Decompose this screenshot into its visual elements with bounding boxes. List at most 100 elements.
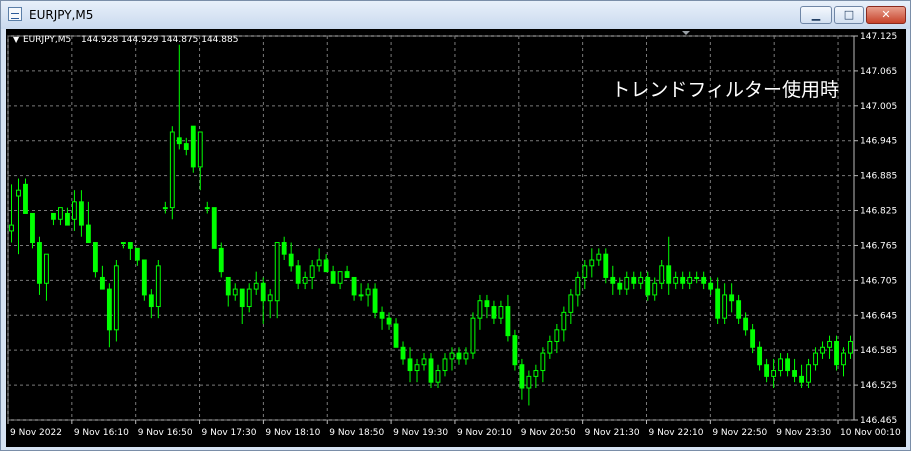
candle-body-bull [71, 201, 77, 220]
candle-body-bull [533, 370, 539, 377]
candle [834, 335, 839, 371]
price-tick-label: 146.705 [860, 276, 897, 286]
candle [680, 271, 686, 290]
candle-body-bear [176, 137, 182, 145]
candle [260, 277, 266, 324]
candle-body-bull [365, 288, 371, 296]
candle-body-bull [44, 253, 49, 284]
candle-body-bear [491, 306, 497, 319]
candle [190, 125, 196, 173]
candle [435, 364, 441, 388]
candle [428, 353, 434, 388]
title-bar[interactable]: EURJPY,M5 ▁ □ ✕ [1, 1, 910, 29]
candle-body-bear [715, 288, 721, 319]
candle-body-bull [197, 131, 203, 168]
candle-body-bull [113, 265, 119, 331]
candle [30, 212, 35, 249]
chart-window-icon [8, 7, 22, 21]
candle-body-bull [673, 276, 679, 284]
candle-body-bear [351, 276, 357, 296]
candle-body-bear [645, 276, 651, 296]
time-tick-label: 9 Nov 16:10 [74, 428, 129, 438]
candle [652, 277, 658, 301]
candle [715, 277, 721, 324]
candle [561, 306, 567, 342]
candle [540, 347, 546, 383]
time-tick-label: 9 Nov 18:50 [329, 428, 384, 438]
close-button[interactable]: ✕ [866, 6, 906, 24]
candle [743, 312, 749, 336]
candle [813, 347, 818, 371]
minimize-button[interactable]: ▁ [800, 6, 832, 24]
time-tick-label: 9 Nov 23:30 [776, 428, 831, 438]
time-tick-label: 10 Nov 00:10 [840, 428, 901, 438]
candle [841, 347, 846, 377]
candle [694, 271, 700, 284]
candle-body-bear [785, 358, 791, 372]
collapse-arrow-icon[interactable]: ▼ [13, 35, 20, 44]
candle [204, 201, 210, 214]
chart-area[interactable]: 147.125 147.065 147.005 146.945 146.885 146.8… [6, 29, 906, 447]
candle [302, 271, 308, 290]
candle-body-bull [120, 242, 126, 245]
candle [533, 364, 539, 388]
candle-body-bear [260, 282, 266, 302]
time-tick-label: 9 Nov 20:50 [521, 428, 576, 438]
candle-body-bear [190, 125, 196, 168]
candle-body-bull [694, 276, 700, 279]
candle-body-bear [729, 294, 735, 302]
candle [78, 190, 84, 237]
candle-body-bull [162, 207, 168, 210]
candle-body-bull [435, 370, 441, 383]
candle-body-bear [792, 370, 797, 377]
candle [624, 271, 630, 295]
candle [16, 178, 21, 255]
candle [806, 358, 811, 388]
candle-body-bull [58, 207, 63, 220]
candle-body-bull [806, 364, 811, 383]
chart-shift-icon[interactable] [682, 31, 690, 35]
candle [547, 335, 553, 359]
candle-body-bull [582, 265, 588, 278]
price-tick-label: 146.585 [860, 346, 897, 356]
candle-body-bull [526, 375, 532, 389]
candle-body-bull [568, 294, 574, 313]
candle-body-bear [99, 276, 105, 290]
candle [44, 253, 49, 301]
candle-body-bear [743, 317, 749, 331]
candle-body-bear [344, 271, 350, 278]
price-tick-label: 146.525 [860, 381, 897, 391]
candle [218, 242, 224, 278]
candle [127, 242, 133, 260]
candle [344, 265, 350, 278]
candle [155, 260, 161, 319]
price-tick-label: 147.005 [860, 102, 897, 112]
candle [449, 347, 455, 371]
maximize-button[interactable]: □ [834, 6, 864, 24]
candle-body-bear [218, 247, 224, 273]
candle [729, 283, 735, 313]
candle [358, 283, 364, 301]
candle [71, 190, 77, 231]
candle [484, 294, 490, 319]
candle-body-bear [799, 375, 804, 383]
candle-body-bear [407, 358, 413, 372]
candle [99, 265, 105, 290]
candle-body-bull [267, 294, 273, 302]
candle [589, 248, 595, 278]
candle-body-bear [30, 212, 35, 244]
candle-body-bear [834, 340, 839, 366]
candle [526, 370, 532, 406]
candle-body-bear [78, 201, 84, 226]
candle-body-bull [302, 276, 308, 284]
candle-body-bull [722, 294, 728, 319]
candle-body-bear [393, 323, 399, 348]
candle [113, 260, 119, 342]
candle [568, 289, 574, 324]
candle-body-bear [148, 294, 154, 308]
candle-body-bull [9, 224, 14, 232]
candle [225, 276, 231, 307]
price-tick-label: 146.765 [860, 241, 897, 251]
candlestick-chart[interactable]: 147.125 147.065 147.005 146.945 146.885 146.8… [6, 29, 906, 447]
candle [505, 294, 511, 342]
